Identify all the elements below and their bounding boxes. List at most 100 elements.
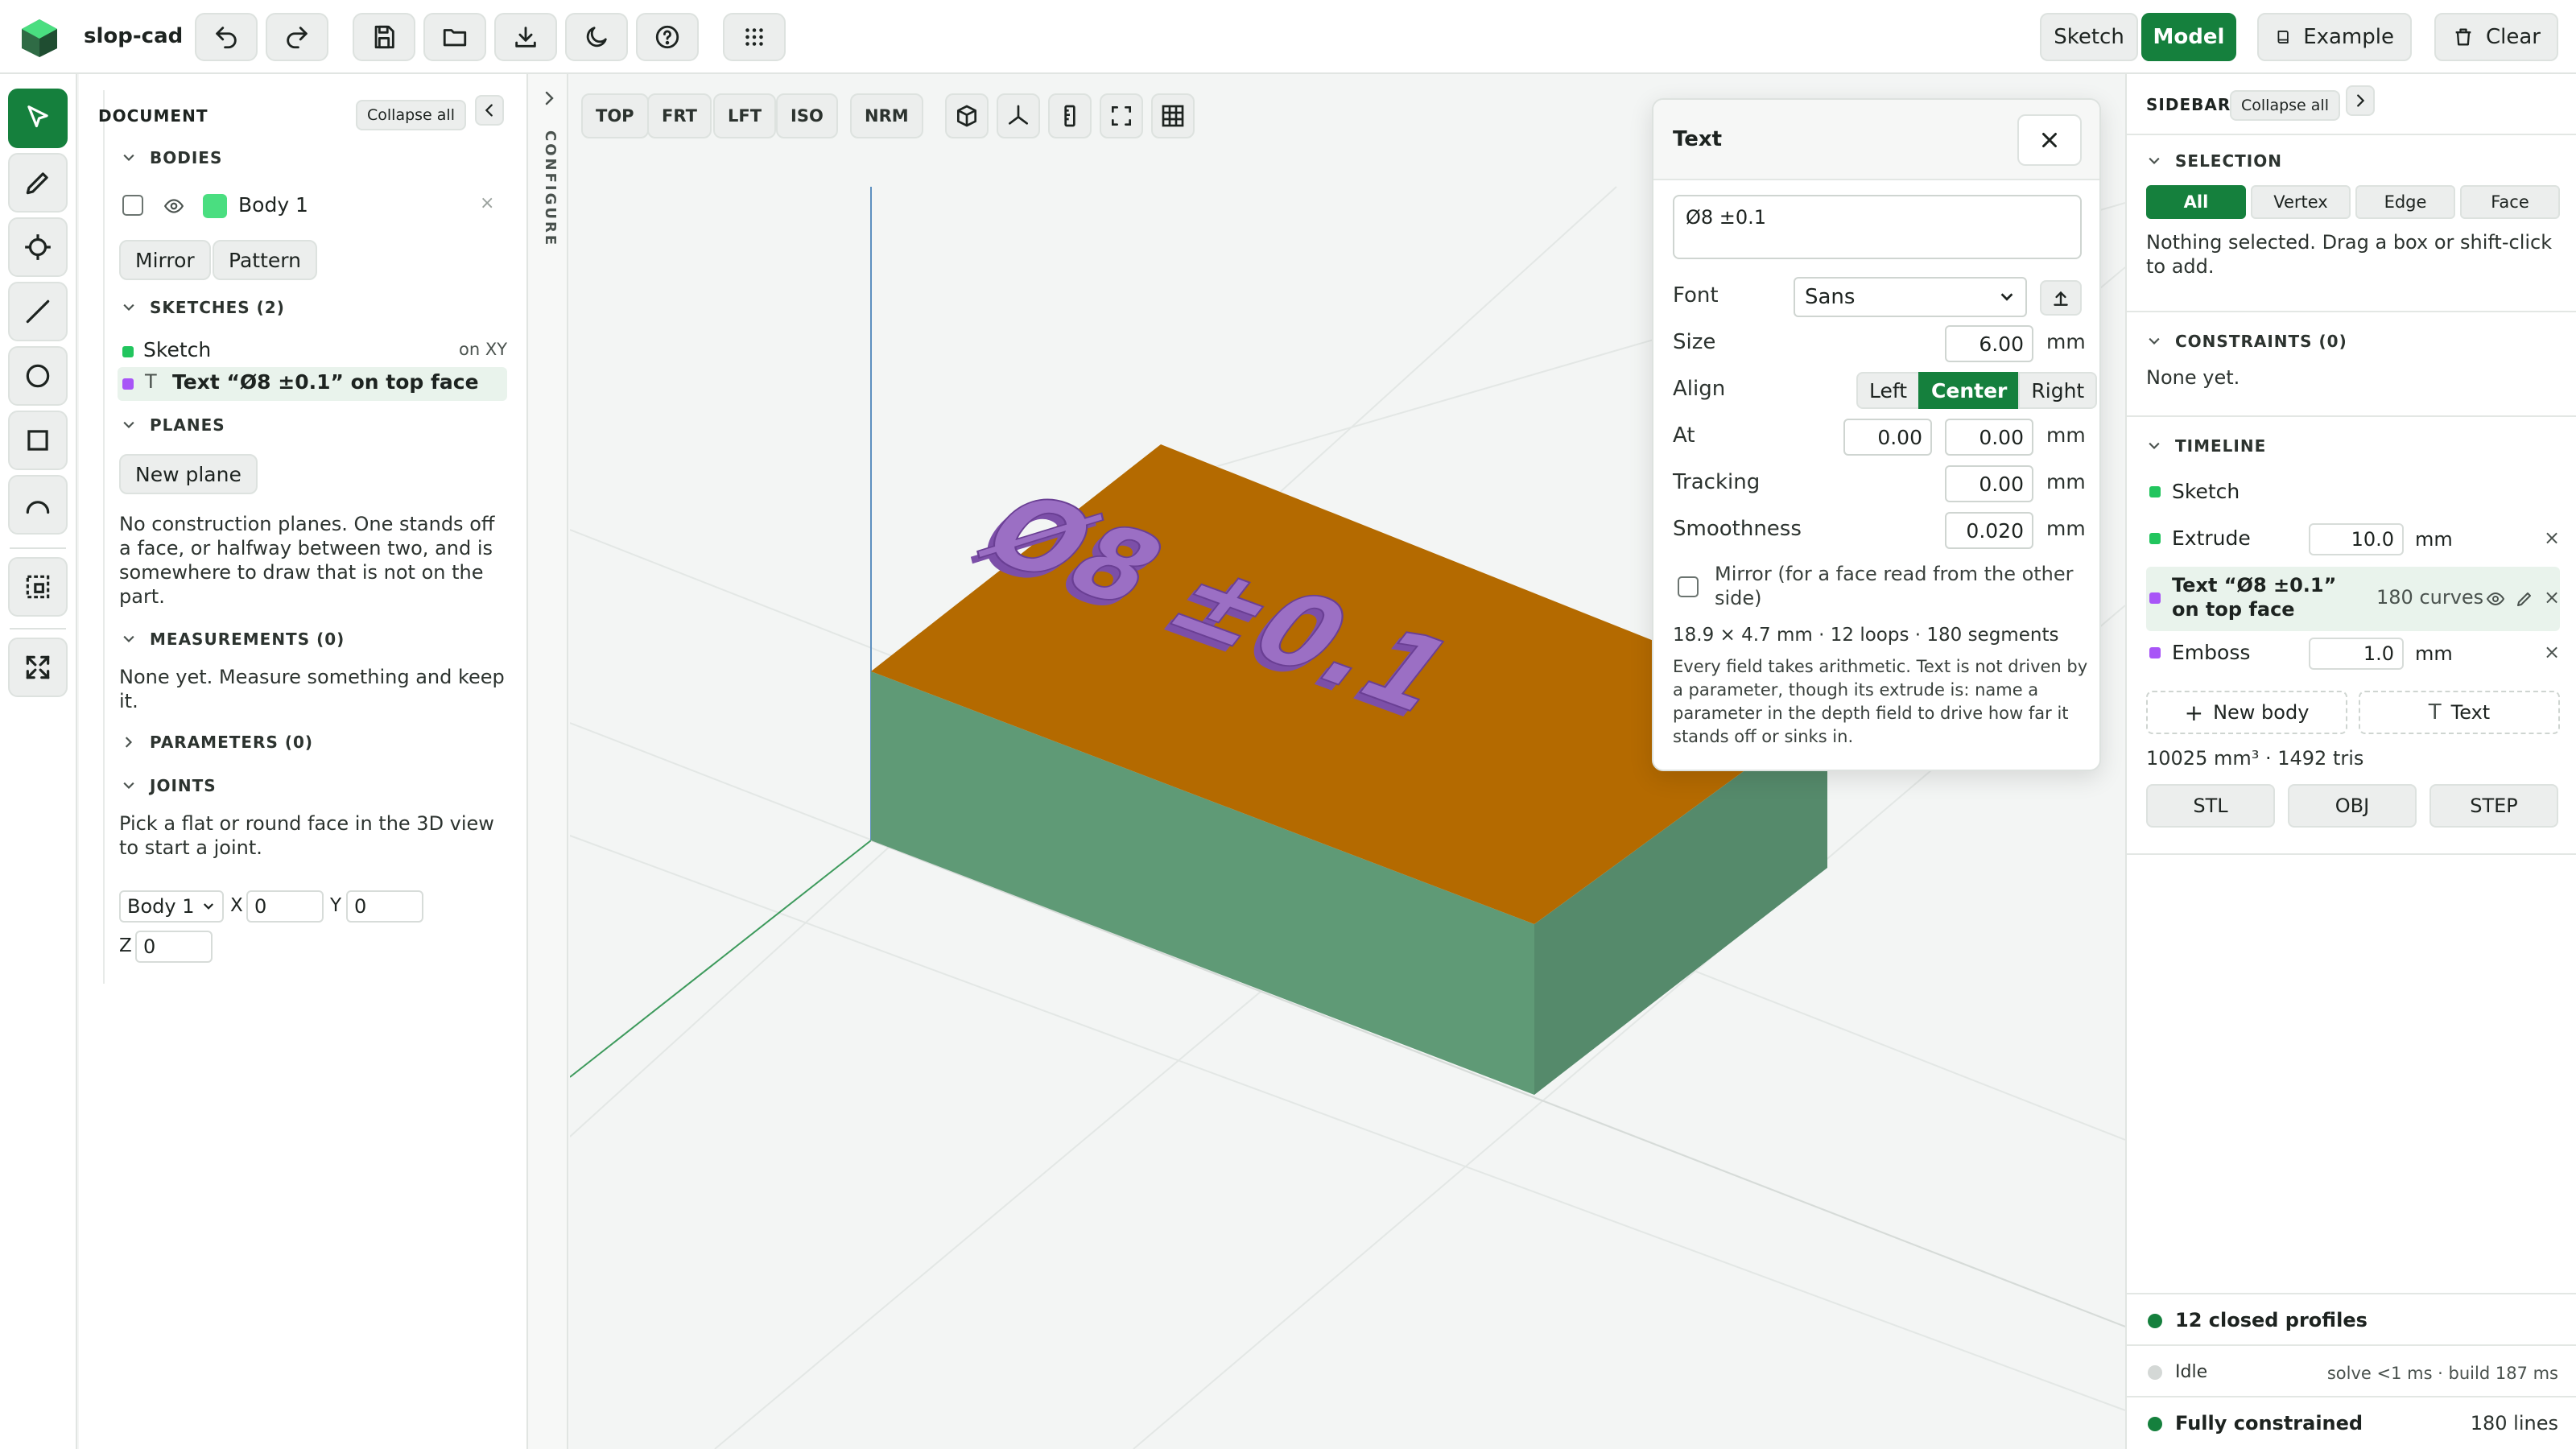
fit-view-tool-button[interactable] [8, 638, 68, 697]
mirror-checkbox[interactable] [1678, 576, 1699, 597]
pattern-button[interactable]: Pattern [213, 240, 317, 280]
apps-menu-button[interactable] [723, 13, 786, 61]
circle-tool-button[interactable] [8, 346, 68, 406]
selection-title: SELECTION [2175, 151, 2282, 171]
view-cube-button[interactable] [945, 93, 989, 138]
joint-body-select[interactable]: Body 1 [119, 890, 224, 923]
font-select[interactable]: Sans [1794, 277, 2027, 317]
constraints-section-header[interactable]: CONSTRAINTS (0) [2146, 332, 2347, 351]
align-left-button[interactable]: Left [1856, 372, 1921, 409]
undo-button[interactable] [195, 13, 258, 61]
align-right-button[interactable]: Right [2018, 372, 2098, 409]
export-stl-button[interactable]: STL [2146, 784, 2275, 828]
eye-icon[interactable] [2486, 589, 2505, 609]
frame-all-button[interactable] [1100, 93, 1143, 138]
axes-toggle-button[interactable] [997, 93, 1040, 138]
collapse-panel-button[interactable] [475, 95, 504, 126]
collapse-all-button[interactable]: Collapse all [356, 100, 466, 130]
export-step-button[interactable]: STEP [2429, 784, 2558, 828]
align-center-button[interactable]: Center [1918, 372, 2021, 409]
at-x-input[interactable] [1843, 419, 1932, 456]
eye-icon[interactable] [163, 196, 185, 217]
planes-section-header[interactable]: PLANES [121, 415, 225, 435]
joint-z-input[interactable]: 0 [135, 931, 213, 963]
new-plane-label: New plane [135, 462, 242, 486]
view-left-button[interactable]: LFT [713, 93, 777, 138]
emboss-depth-input[interactable] [2309, 638, 2404, 670]
configure-strip[interactable]: CONFIGURE [530, 74, 568, 1449]
pencil-icon [26, 172, 48, 195]
save-button[interactable] [353, 13, 415, 61]
smoothness-input[interactable] [1945, 512, 2033, 549]
download-button[interactable] [494, 13, 557, 61]
body-visibility-checkbox[interactable] [122, 195, 143, 216]
measure-toggle-button[interactable] [1048, 93, 1092, 138]
edit-pencil-icon[interactable] [2515, 589, 2534, 609]
selection-mode-all[interactable]: All [2146, 185, 2246, 219]
point-tool-button[interactable] [8, 217, 68, 277]
new-body-button[interactable]: + New body [2146, 691, 2347, 734]
delete-text-icon[interactable]: × [2544, 586, 2560, 609]
new-plane-button[interactable]: New plane [119, 454, 258, 494]
joint-x-input[interactable]: 0 [246, 890, 324, 923]
box-select-tool-button[interactable] [8, 557, 68, 617]
delete-body-icon[interactable]: × [480, 193, 494, 213]
parameters-section-header[interactable]: PARAMETERS (0) [121, 733, 313, 752]
timeline-section-header[interactable]: TIMELINE [2146, 436, 2266, 456]
model-mode-button[interactable]: Model [2141, 13, 2236, 61]
sketches-section-header[interactable]: SKETCHES (2) [121, 298, 285, 317]
timeline-item-text[interactable]: Text “Ø8 ±0.1” on top face 180 curves × [2146, 567, 2560, 631]
theme-toggle-button[interactable] [565, 13, 628, 61]
line-tool-button[interactable] [8, 282, 68, 341]
selection-mode-face[interactable]: Face [2460, 185, 2560, 219]
joint-y-input[interactable]: 0 [346, 890, 423, 923]
text-sketch-label[interactable]: Text “Ø8 ±0.1” on top face [172, 370, 479, 394]
export-obj-button[interactable]: OBJ [2288, 784, 2417, 828]
at-y-input[interactable] [1945, 419, 2033, 456]
sidebar-divider [2127, 415, 2576, 417]
sketch-mode-button[interactable]: Sketch [2040, 13, 2138, 61]
selection-section-header[interactable]: SELECTION [2146, 151, 2282, 171]
selection-description: Nothing selected. Drag a box or shift-cl… [2146, 231, 2553, 278]
example-button[interactable]: Example [2257, 13, 2412, 61]
tracking-input[interactable] [1945, 465, 2033, 502]
joints-section-header[interactable]: JOINTS [121, 776, 217, 795]
select-tool-button[interactable] [8, 89, 68, 148]
delete-emboss-icon[interactable]: × [2544, 641, 2560, 663]
selection-mode-vertex[interactable]: Vertex [2251, 185, 2351, 219]
status-idle: Idle solve <1 ms · build 187 ms [2127, 1344, 2576, 1396]
view-normal-button[interactable]: NRM [850, 93, 923, 138]
timeline-item-label: Sketch [2172, 480, 2240, 503]
help-button[interactable] [636, 13, 699, 61]
arc-tool-button[interactable] [8, 475, 68, 535]
view-iso-button[interactable]: ISO [776, 93, 838, 138]
view-front-button[interactable]: FRT [647, 93, 712, 138]
redo-button[interactable] [266, 13, 328, 61]
selection-mode-edge[interactable]: Edge [2355, 185, 2455, 219]
view-top-button[interactable]: TOP [581, 93, 649, 138]
chevron-right-icon[interactable] [539, 89, 559, 108]
bodies-section-header[interactable]: BODIES [121, 148, 222, 167]
text-content-input[interactable] [1673, 195, 2082, 259]
delete-extrude-icon[interactable]: × [2544, 526, 2560, 549]
clear-button[interactable]: Clear [2434, 13, 2558, 61]
timeline-item-sketch[interactable]: Sketch [2146, 475, 2560, 510]
extrude-depth-input[interactable] [2309, 523, 2404, 555]
sidebar-collapse-all-button[interactable]: Collapse all [2230, 90, 2340, 121]
app-logo-icon [22, 19, 57, 57]
mirror-button[interactable]: Mirror [119, 240, 211, 280]
timeline-item-emboss[interactable]: Emboss mm × [2146, 634, 2560, 673]
upload-font-button[interactable] [2040, 280, 2082, 316]
rectangle-tool-button[interactable] [8, 411, 68, 470]
sidebar-expand-button[interactable] [2346, 85, 2375, 116]
dialog-close-button[interactable] [2017, 114, 2082, 166]
sketch-item-label[interactable]: Sketch [143, 338, 211, 361]
pencil-tool-button[interactable] [8, 153, 68, 213]
size-input[interactable] [1945, 325, 2033, 362]
grid-toggle-button[interactable] [1151, 93, 1195, 138]
timeline-item-extrude[interactable]: Extrude mm × [2146, 520, 2560, 559]
measurements-section-header[interactable]: MEASUREMENTS (0) [121, 630, 345, 649]
add-text-button[interactable]: T Text [2359, 691, 2560, 734]
body-color-swatch[interactable] [203, 194, 227, 218]
open-button[interactable] [423, 13, 486, 61]
